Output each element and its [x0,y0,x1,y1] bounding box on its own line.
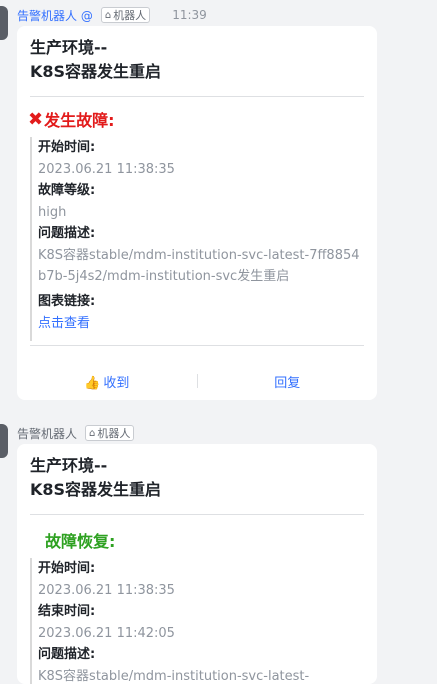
card-title-line2: K8S容器发生重启 [30,480,162,499]
field-label: 图表链接: [38,294,96,309]
field-label: 问题描述: [38,647,96,662]
sender-avatar[interactable] [0,6,8,40]
field-label: 问题描述: [38,226,96,241]
bot-badge: ⌂ 机器人 [100,7,151,23]
fault-section-header: ✖ 发生故障: [17,97,377,131]
message-header: 告警机器人 @ ⌂ 机器人 11:39 [17,7,207,23]
ack-button[interactable]: 👍 收到 [17,372,197,391]
thumbs-up-icon: 👍 [84,375,101,391]
sender-avatar[interactable] [0,424,8,458]
field-label: 开始时间: [38,140,96,155]
robot-icon: ⌂ [104,9,112,21]
field-value: K8S容器stable/mdm-institution-svc-latest-7… [38,248,360,284]
red-x-icon: ✖ [28,108,44,130]
field-value: high [38,205,67,220]
field-value: K8S容器stable/mdm-institution-svc-latest- [38,669,310,684]
field-value: 2023.06.21 11:42:05 [38,626,175,641]
bot-badge-label: 机器人 [113,9,147,22]
actions-divider [30,345,364,346]
fault-fields: 开始时间: 2023.06.21 11:38:35 故障等级: high 问题描… [30,137,377,341]
field-label: 结束时间: [38,604,96,619]
alert-card-fault: 生产环境-- K8S容器发生重启 ✖ 发生故障: 开始时间: 2023.06.2… [17,26,377,400]
field-label: 故障等级: [38,183,96,198]
card-title: 生产环境-- K8S容器发生重启 [17,444,377,502]
chart-link[interactable]: 点击查看 [38,313,377,335]
recovery-section-header: 故障恢复: [17,515,377,552]
section-title: 故障恢复: [45,532,116,551]
card-actions: 👍 收到 回复 [17,362,377,400]
bot-badge: ⌂ 机器人 [85,425,135,441]
field-value: 2023.06.21 11:38:35 [38,162,175,177]
reply-button[interactable]: 回复 [198,372,378,391]
field-label: 开始时间: [38,561,96,576]
card-title-line1: 生产环境-- [30,456,108,475]
message-time: 11:39 [172,8,207,22]
recovery-fields: 开始时间: 2023.06.21 11:38:35 结束时间: 2023.06.… [30,558,377,684]
section-title-text: 发生故障: [44,111,115,130]
message-header: 告警机器人 ⌂ 机器人 [17,425,135,442]
robot-icon: ⌂ [89,427,96,439]
field-value: 2023.06.21 11:38:35 [38,583,175,598]
sender-name[interactable]: 告警机器人 [17,425,77,442]
sender-name[interactable]: 告警机器人 @ [17,7,93,24]
card-title-line2: K8S容器发生重启 [30,62,162,81]
alert-card-recovery: 生产环境-- K8S容器发生重启 故障恢复: 开始时间: 2023.06.21 … [17,444,377,684]
ack-button-label: 收到 [103,375,130,391]
section-title: ✖ 发生故障: [28,107,364,131]
card-title: 生产环境-- K8S容器发生重启 [17,26,377,84]
card-title-line1: 生产环境-- [30,38,108,57]
bot-badge-label: 机器人 [97,427,131,440]
